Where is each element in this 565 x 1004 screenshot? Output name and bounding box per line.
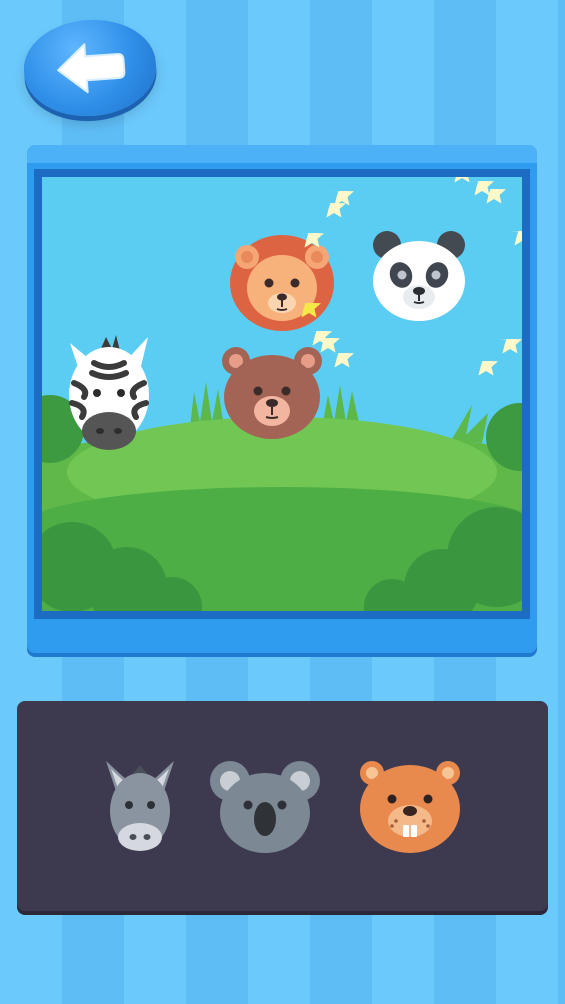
donkey-face-icon[interactable] [102,757,178,855]
back-button[interactable] [20,15,160,121]
back-arrow-icon [57,43,126,94]
savanna-scene [42,177,522,611]
animal-tray [17,701,548,911]
beaver-face-icon[interactable] [358,759,462,855]
koala-face-icon[interactable] [210,757,320,855]
star-trail-effect [297,177,522,376]
